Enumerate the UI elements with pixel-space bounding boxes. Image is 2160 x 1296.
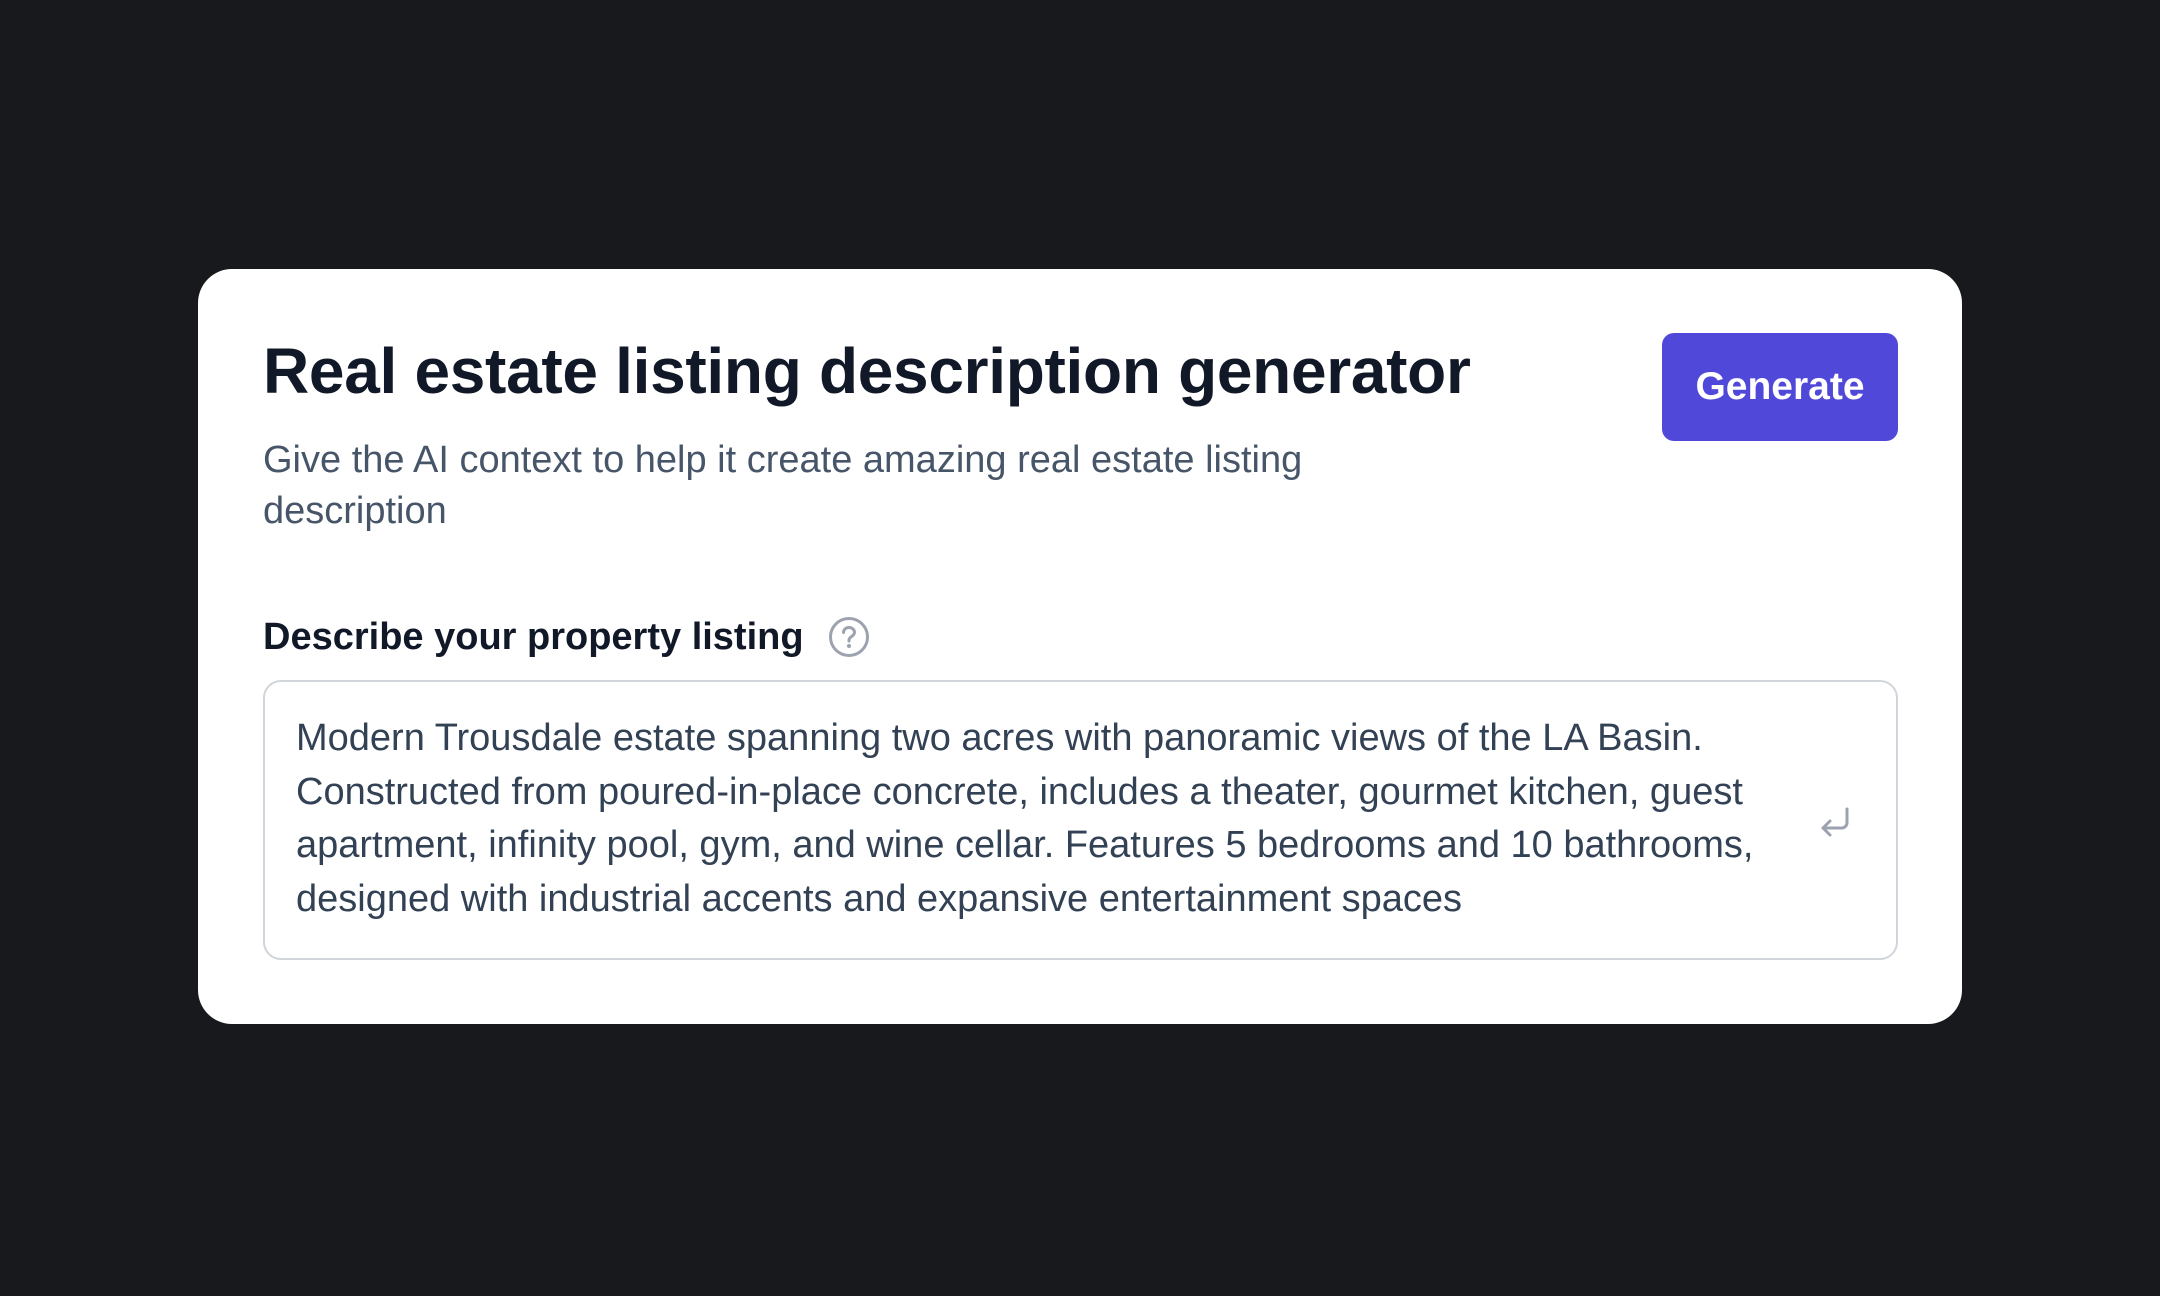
page-title: Real estate listing description generato… [263,335,1471,407]
question-circle-icon[interactable] [828,616,870,658]
enter-return-icon[interactable] [1814,802,1856,844]
generator-card: Real estate listing description generato… [198,269,1962,1024]
page-subtitle: Give the AI context to help it create am… [263,439,1303,532]
generate-button[interactable]: Generate [1662,333,1898,441]
property-description-textarea[interactable]: Modern Trousdale estate spanning two acr… [263,680,1898,960]
field-label-row: Describe your property listing [263,607,870,667]
field-label: Describe your property listing [263,615,804,658]
property-description-text[interactable]: Modern Trousdale estate spanning two acr… [296,712,1856,926]
